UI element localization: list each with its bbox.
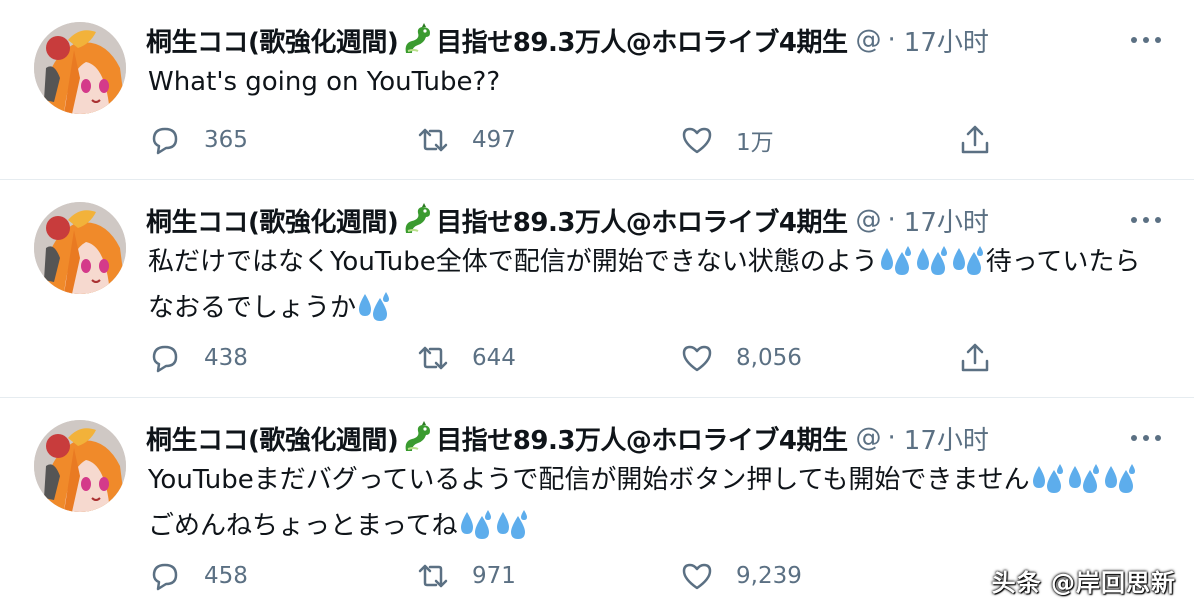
sweat-drops-group bbox=[878, 244, 986, 288]
retweet-icon bbox=[418, 128, 448, 152]
author-handle[interactable]: @ bbox=[856, 25, 882, 55]
tweet-actions: 438 644 8,056 bbox=[146, 336, 1006, 380]
reply-button[interactable]: 365 bbox=[146, 118, 248, 162]
sweat-drops-group bbox=[356, 290, 392, 334]
like-count: 8,056 bbox=[736, 345, 802, 371]
tweet-text-main: What's going on YouTube?? bbox=[148, 67, 501, 97]
share-icon bbox=[961, 125, 989, 154]
tweet-text: 私だけではなくYouTube全体で配信が開始できない状態のよう 待っていたらなおる… bbox=[148, 242, 1154, 334]
sweat-drops-icon bbox=[914, 244, 950, 276]
tweet-header: 桐生ココ(歌強化週間) 目指せ89.3万人@ホロライブ4期生 @ · 17小时 bbox=[146, 20, 1174, 60]
author-name-suffix[interactable]: 目指せ89.3万人@ホロライブ4期生 bbox=[436, 420, 848, 457]
dragon-icon bbox=[400, 23, 434, 57]
sweat-drops-group bbox=[1030, 462, 1138, 506]
sweat-drops-icon bbox=[878, 244, 914, 276]
heart-icon bbox=[682, 127, 712, 154]
avatar[interactable] bbox=[34, 420, 126, 512]
avatar[interactable] bbox=[34, 202, 126, 294]
author-handle[interactable]: @ bbox=[856, 205, 882, 235]
retweet-count: 971 bbox=[472, 563, 516, 589]
reply-button[interactable]: 438 bbox=[146, 336, 248, 380]
tweet[interactable]: 桐生ココ(歌強化週間) 目指せ89.3万人@ホロライブ4期生 @ · 17小时 bbox=[0, 180, 1194, 398]
like-button[interactable]: 1万 bbox=[678, 118, 774, 162]
separator-dot: · bbox=[887, 25, 896, 55]
more-icon[interactable] bbox=[1128, 424, 1164, 452]
more-icon[interactable] bbox=[1128, 26, 1164, 54]
tweet-text-continued: ごめんねちょっとまってね bbox=[148, 511, 458, 541]
author-name[interactable]: 桐生ココ(歌強化週間) bbox=[146, 202, 399, 239]
share-icon bbox=[961, 343, 989, 372]
dragon-icon bbox=[400, 203, 434, 237]
like-button[interactable]: 9,239 bbox=[678, 554, 802, 598]
reply-count: 458 bbox=[204, 563, 248, 589]
reply-count: 365 bbox=[204, 127, 248, 153]
tweet-feed: 桐生ココ(歌強化週間) 目指せ89.3万人@ホロライブ4期生 @ · 17小时 bbox=[0, 0, 1194, 612]
like-button[interactable]: 8,056 bbox=[678, 336, 802, 380]
like-count: 1万 bbox=[736, 130, 774, 156]
reply-icon bbox=[152, 127, 178, 155]
heart-icon bbox=[682, 563, 712, 590]
author-name-suffix[interactable]: 目指せ89.3万人@ホロライブ4期生 bbox=[436, 202, 848, 239]
separator-dot: · bbox=[887, 423, 896, 453]
retweet-count: 497 bbox=[472, 127, 516, 153]
tweet-actions: 365 497 1万 bbox=[146, 118, 1006, 162]
watermark: 头条 @岸回思新 bbox=[991, 569, 1176, 597]
sweat-drops-icon bbox=[1030, 462, 1066, 494]
tweet-text-main: YouTubeまだバグっているようで配信が開始ボタン押しても開始できません bbox=[148, 465, 1030, 495]
tweet-header: 桐生ココ(歌強化週間) 目指せ89.3万人@ホロライブ4期生 @ · 17小时 bbox=[146, 200, 1174, 240]
reply-button[interactable]: 458 bbox=[146, 554, 248, 598]
author-handle[interactable]: @ bbox=[856, 423, 882, 453]
author-name-suffix[interactable]: 目指せ89.3万人@ホロライブ4期生 bbox=[436, 22, 848, 59]
author-name[interactable]: 桐生ココ(歌強化週間) bbox=[146, 420, 399, 457]
retweet-button[interactable]: 971 bbox=[414, 554, 516, 598]
tweet-text-main: 私だけではなくYouTube全体で配信が開始できない状態のよう bbox=[148, 247, 878, 277]
tweet-header: 桐生ココ(歌強化週間) 目指せ89.3万人@ホロライブ4期生 @ · 17小时 bbox=[146, 418, 1174, 458]
tweet[interactable]: 桐生ココ(歌強化週間) 目指せ89.3万人@ホロライブ4期生 @ · 17小时 bbox=[0, 398, 1194, 612]
heart-icon bbox=[682, 345, 712, 372]
like-count: 9,239 bbox=[736, 563, 802, 589]
tweet-actions: 458 971 9,239 bbox=[146, 554, 1006, 598]
sweat-drops-group bbox=[458, 508, 530, 552]
reply-count: 438 bbox=[204, 345, 248, 371]
reply-icon bbox=[152, 345, 178, 373]
sweat-drops-icon bbox=[1066, 462, 1102, 494]
sweat-drops-icon bbox=[950, 244, 986, 276]
tweet[interactable]: 桐生ココ(歌強化週間) 目指せ89.3万人@ホロライブ4期生 @ · 17小时 bbox=[0, 0, 1194, 180]
timestamp[interactable]: 17小时 bbox=[904, 22, 989, 59]
sweat-drops-icon bbox=[494, 508, 530, 540]
share-button[interactable] bbox=[956, 336, 994, 380]
sweat-drops-icon bbox=[356, 290, 392, 322]
timestamp[interactable]: 17小时 bbox=[904, 202, 989, 239]
tweet-text: What's going on YouTube?? bbox=[148, 62, 1154, 102]
retweet-count: 644 bbox=[472, 345, 516, 371]
sweat-drops-icon bbox=[1102, 462, 1138, 494]
retweet-icon bbox=[418, 346, 448, 370]
retweet-button[interactable]: 644 bbox=[414, 336, 516, 380]
separator-dot: · bbox=[887, 205, 896, 235]
avatar[interactable] bbox=[34, 22, 126, 114]
share-button[interactable] bbox=[956, 118, 994, 162]
retweet-icon bbox=[418, 564, 448, 588]
tweet-text: YouTubeまだバグっているようで配信が開始ボタン押しても開始できませんごめん… bbox=[148, 460, 1154, 552]
timestamp[interactable]: 17小时 bbox=[904, 420, 989, 457]
sweat-drops-icon bbox=[458, 508, 494, 540]
retweet-button[interactable]: 497 bbox=[414, 118, 516, 162]
reply-icon bbox=[152, 563, 178, 591]
author-name[interactable]: 桐生ココ(歌強化週間) bbox=[146, 22, 399, 59]
more-icon[interactable] bbox=[1128, 206, 1164, 234]
dragon-icon bbox=[400, 421, 434, 455]
